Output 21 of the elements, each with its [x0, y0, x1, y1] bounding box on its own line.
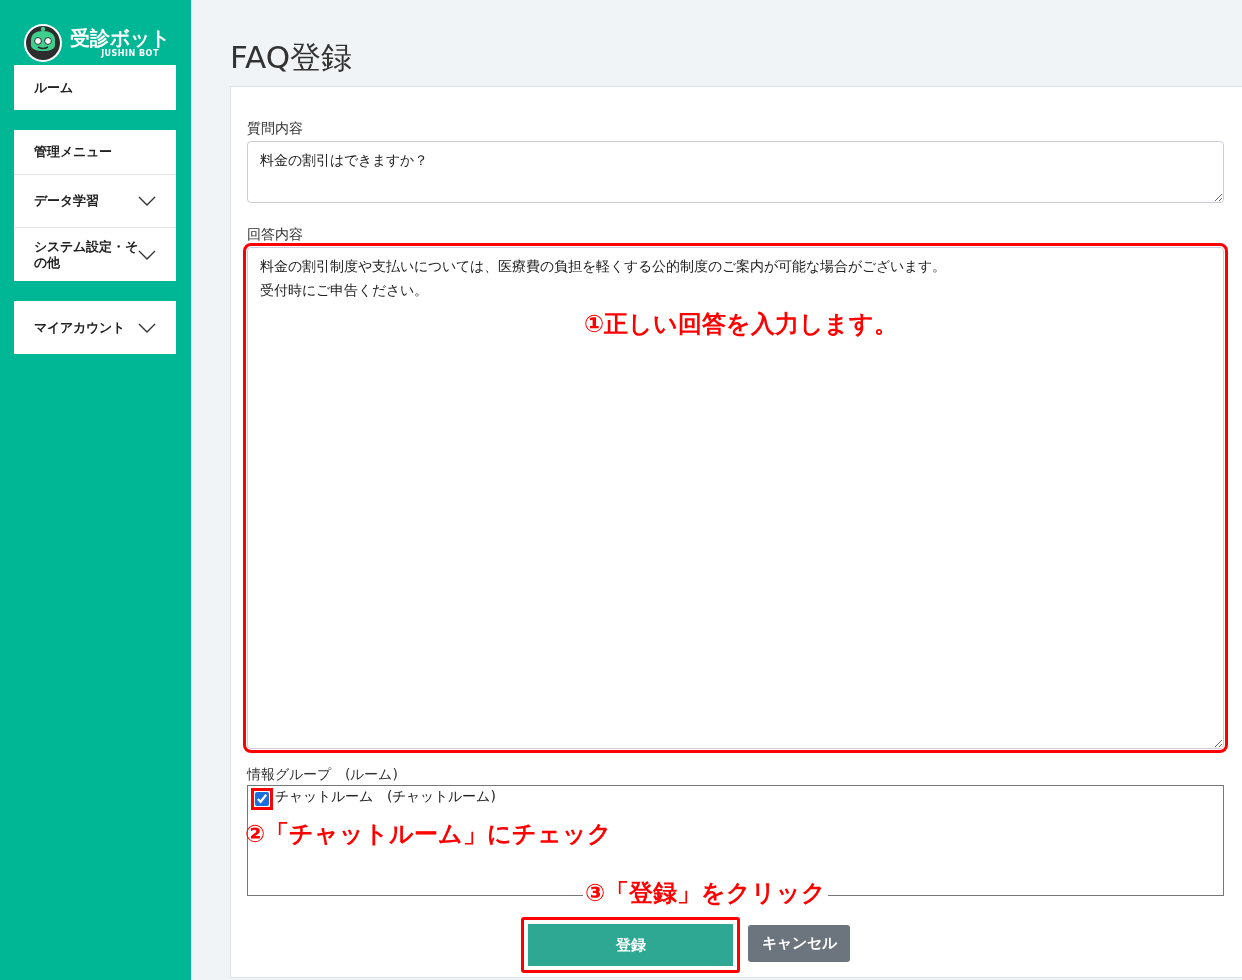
chevron-down-icon	[138, 322, 156, 333]
field-label: 質問内容	[247, 119, 304, 137]
sidebar-item[interactable]: システム設定・その他	[14, 228, 176, 281]
field-label: 回答内容	[247, 225, 304, 243]
sidebar-item[interactable]: 管理メニュー	[14, 130, 176, 175]
chevron-down-icon	[138, 196, 156, 206]
sidebar-item[interactable]: マイアカウント	[14, 301, 176, 354]
question-field[interactable]: 料金の割引はできますか？	[247, 141, 1224, 203]
robot-logo-icon	[22, 22, 64, 63]
sidebar-item[interactable]: データ学習	[14, 175, 176, 228]
chevron-down-icon	[138, 249, 156, 260]
sidebar-item[interactable]: ルーム	[14, 65, 176, 110]
annotation-text: ②「チャットルーム」にチェック	[245, 819, 613, 849]
annotation-text: ①正しい回答を入力します。	[584, 309, 899, 339]
field-label: 情報グループ (ルーム)	[247, 765, 399, 783]
page-title: FAQ登録	[230, 38, 354, 77]
logo-subtitle: JUSHIN BOT	[101, 49, 159, 58]
cancel-button[interactable]: キャンセル	[748, 925, 850, 962]
checkbox-label: チャットルーム (チャットルーム)	[275, 788, 496, 806]
logo-text: 受診ボット	[70, 27, 170, 49]
annotation-text: ③「登録」をクリック	[583, 878, 829, 908]
